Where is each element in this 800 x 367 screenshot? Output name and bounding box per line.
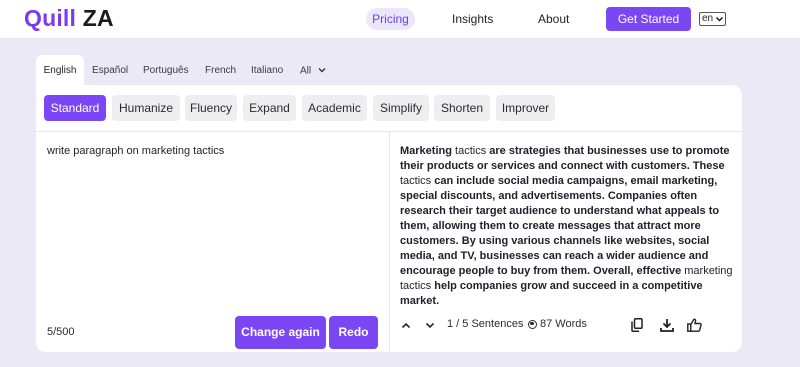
logo-quill: Quill — [24, 5, 77, 31]
tab-all[interactable]: All — [300, 55, 326, 87]
nav-about[interactable]: About — [538, 8, 569, 30]
chevron-down-icon[interactable] — [424, 316, 436, 334]
sentence-count: 1 / 5 Sentences — [447, 318, 524, 330]
get-started-button[interactable]: Get Started — [606, 7, 691, 31]
logo[interactable]: Quill ZA — [24, 5, 114, 32]
tab-italiano[interactable]: Italiano — [251, 55, 283, 87]
mode-simplify[interactable]: Simplify — [373, 95, 429, 121]
change-again-button[interactable]: Change again — [235, 316, 326, 349]
mode-standard[interactable]: Standard — [44, 95, 106, 121]
tab-english[interactable]: English — [36, 55, 84, 87]
redo-button[interactable]: Redo — [329, 316, 378, 349]
mode-academic[interactable]: Academic — [302, 95, 367, 121]
output-segment: help companies grow and succeed in a com… — [400, 280, 703, 307]
language-select-value: en — [702, 13, 714, 24]
logo-za: ZA — [82, 5, 114, 31]
tab-espanol[interactable]: Español — [92, 55, 128, 87]
output-footer: 1 / 5 Sentences 87 Words — [400, 316, 736, 334]
tab-french[interactable]: French — [205, 55, 236, 87]
divider — [389, 131, 390, 352]
nav-pricing[interactable]: Pricing — [366, 8, 415, 30]
language-select[interactable]: en — [699, 12, 726, 26]
output-segment: tactics — [400, 175, 432, 187]
word-count-label: 87 Words — [540, 318, 587, 330]
mode-expand[interactable]: Expand — [243, 95, 296, 121]
thumbs-up-icon[interactable] — [686, 316, 702, 334]
download-icon[interactable] — [659, 316, 674, 334]
output-segment: can include social media campaigns, emai… — [400, 175, 720, 277]
language-tabs: English Español Português French Italian… — [36, 55, 742, 87]
character-count: 5/500 — [47, 326, 75, 338]
chevron-down-icon — [318, 55, 326, 87]
word-count-icon — [528, 319, 537, 329]
mode-humanize[interactable]: Humanize — [112, 95, 180, 121]
input-textarea[interactable]: write paragraph on marketing tactics — [47, 145, 377, 157]
tab-portugues[interactable]: Português — [143, 55, 189, 87]
chevron-down-icon — [716, 14, 723, 26]
output-segment: tactics — [455, 145, 487, 157]
nav-insights[interactable]: Insights — [452, 8, 493, 30]
tab-all-label: All — [300, 65, 312, 77]
copy-icon[interactable] — [630, 316, 644, 334]
mode-fluency[interactable]: Fluency — [185, 95, 237, 121]
chevron-up-icon[interactable] — [400, 316, 412, 334]
mode-improver[interactable]: Improver — [496, 95, 555, 121]
mode-shorten[interactable]: Shorten — [434, 95, 490, 121]
output-segment: Marketing — [400, 145, 456, 157]
word-count: 87 Words — [528, 318, 587, 330]
top-navbar: Quill ZA Pricing Insights About Get Star… — [0, 0, 800, 39]
output-text[interactable]: Marketing tactics are strategies that bu… — [400, 144, 736, 309]
